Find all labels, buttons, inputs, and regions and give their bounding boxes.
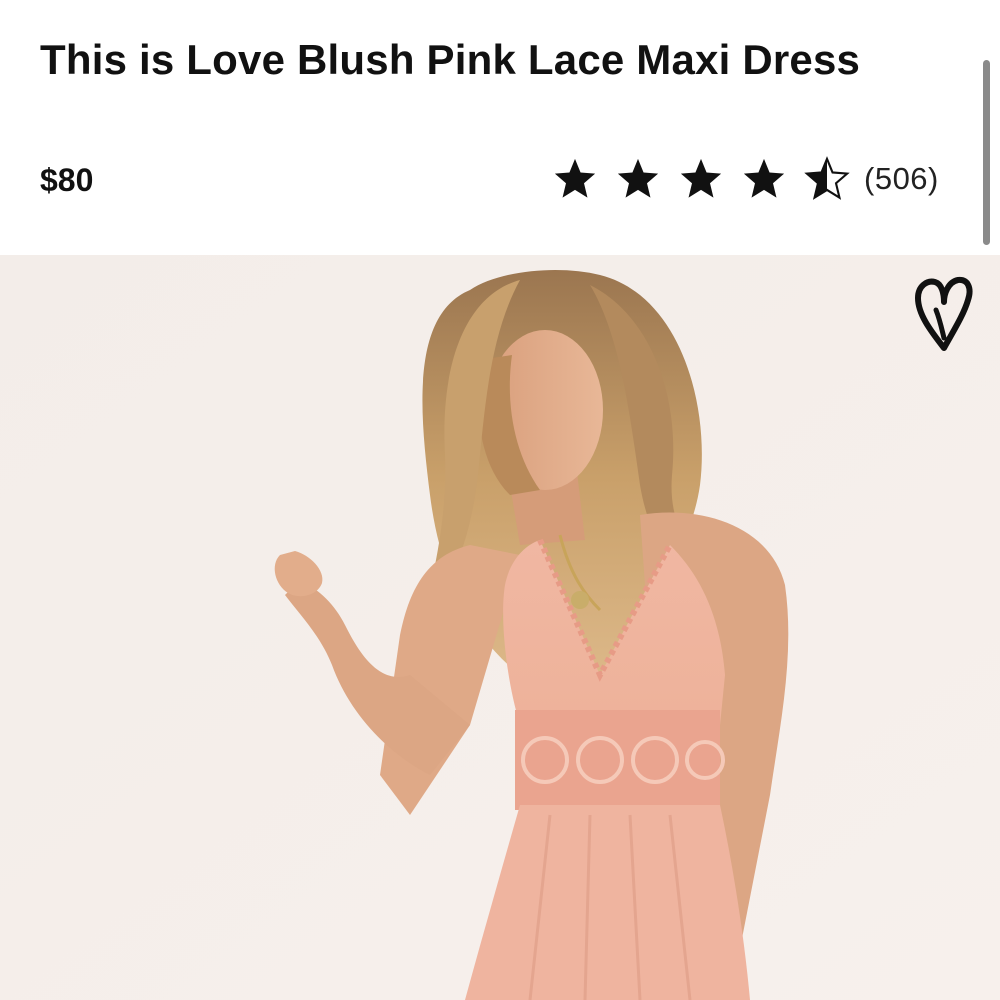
scrollbar[interactable] bbox=[983, 60, 990, 245]
star-icon bbox=[617, 158, 659, 198]
product-price: $80 bbox=[40, 162, 94, 198]
product-page: This is Love Blush Pink Lace Maxi Dress … bbox=[0, 0, 1000, 1000]
product-image[interactable] bbox=[0, 255, 1000, 1000]
product-title: This is Love Blush Pink Lace Maxi Dress bbox=[40, 36, 861, 83]
star-icon bbox=[554, 158, 596, 198]
heart-icon[interactable] bbox=[910, 272, 978, 354]
star-icon bbox=[680, 158, 722, 198]
product-header: This is Love Blush Pink Lace Maxi Dress … bbox=[0, 0, 1000, 255]
star-icon bbox=[743, 158, 785, 198]
review-count[interactable]: (506) bbox=[864, 161, 939, 197]
model-photo bbox=[0, 255, 1000, 1000]
rating-stars[interactable]: (506) bbox=[552, 153, 939, 205]
half-star-icon bbox=[804, 156, 850, 200]
